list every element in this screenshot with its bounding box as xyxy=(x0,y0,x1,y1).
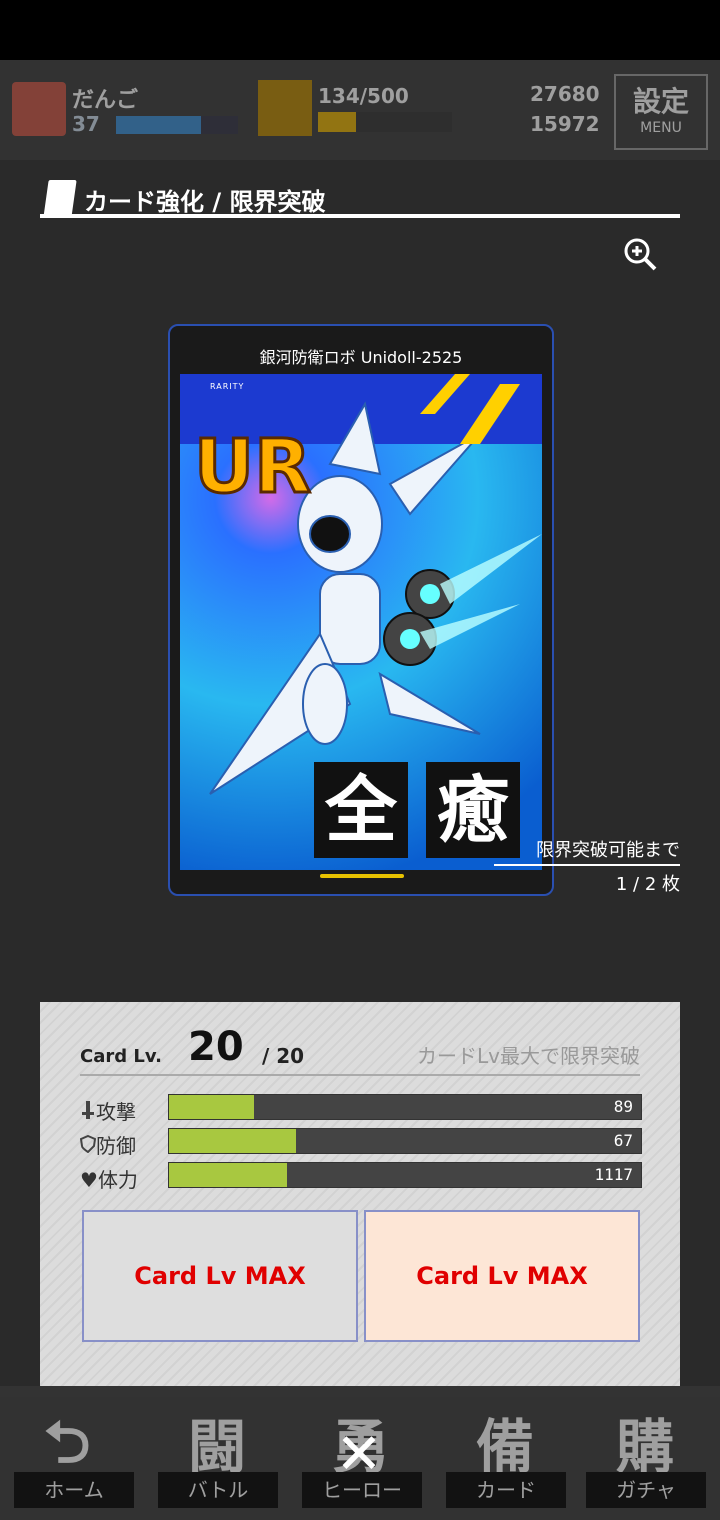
stat-attack-label: 攻撃 xyxy=(80,1096,136,1125)
shield-icon xyxy=(79,1134,97,1154)
nav-home-label: ホーム xyxy=(14,1472,134,1508)
card-stats-panel: Card Lv. 20 / 20 カードLv最大で限界突破 攻撃 89 防御 6… xyxy=(40,1002,680,1386)
limit-break-count: 1 / 2 枚 xyxy=(615,874,680,895)
page-header: カード強化 / 限界突破 xyxy=(40,176,680,220)
menu-main-label: 設定 xyxy=(632,85,689,118)
sword-icon xyxy=(82,1101,94,1119)
card-level-max-button-left[interactable]: Card Lv MAX xyxy=(82,1210,358,1342)
top-hud: だんご 37 134/500 27680 15972 設定 MENU xyxy=(0,60,720,160)
stat-defense-label: 防御 xyxy=(79,1130,136,1159)
gem-count: 15972 xyxy=(530,112,600,136)
stat-defense-value: 67 xyxy=(613,1131,633,1150)
card-level-max-button-right[interactable]: Card Lv MAX xyxy=(364,1210,640,1342)
card-name: 銀河防衛ロボ Unidoll-2525 xyxy=(259,348,463,367)
menu-sub-label: MENU xyxy=(640,120,682,136)
rank-badge xyxy=(258,80,312,136)
player-avatar xyxy=(12,82,66,136)
card-level-note: カードLv最大で限界突破 xyxy=(417,1044,640,1068)
stat-defense-fill xyxy=(169,1129,297,1153)
nav-gacha-label: ガチャ xyxy=(586,1472,706,1508)
limit-break-label: 限界突破可能まで xyxy=(494,836,680,866)
zoom-in-icon[interactable] xyxy=(622,236,658,272)
player-level: 37 xyxy=(72,112,100,136)
menu-button[interactable]: 設定 MENU xyxy=(614,74,708,150)
stat-defense: 防御 67 xyxy=(79,1128,642,1159)
stat-attack: 攻撃 89 xyxy=(80,1094,642,1125)
header-divider xyxy=(40,214,680,218)
rarity-caption: RARITY xyxy=(210,382,245,391)
card-page-indicator xyxy=(320,874,404,878)
stamina-bar xyxy=(318,112,452,132)
card-frame[interactable]: 銀河防衛ロボ Unidoll-2525 RARITY UR 全 癒 xyxy=(168,324,554,896)
stat-attack-fill xyxy=(169,1095,254,1119)
nav-card-label: カード xyxy=(446,1472,566,1508)
nav-battle[interactable]: 闘 バトル xyxy=(148,1386,288,1520)
rarity-badge: UR xyxy=(192,423,312,512)
nav-card[interactable]: 備 カード xyxy=(436,1386,576,1520)
page-title: カード強化 / 限界突破 xyxy=(84,188,326,216)
nav-home[interactable]: ⮌ ホーム xyxy=(4,1386,144,1520)
stat-hp: ♥体力 1117 xyxy=(80,1162,642,1192)
level-divider xyxy=(80,1074,640,1076)
coin-count: 27680 xyxy=(530,82,600,106)
card-kanji-1: 全 xyxy=(314,762,408,858)
player-name: だんご xyxy=(72,88,139,113)
nav-gacha[interactable]: 購 ガチャ xyxy=(576,1386,716,1520)
stamina-text: 134/500 xyxy=(318,84,409,108)
card-level-current: 20 xyxy=(188,1024,244,1070)
stat-hp-fill xyxy=(169,1163,287,1187)
stat-attack-value: 89 xyxy=(613,1097,633,1116)
card-artwork: RARITY UR 全 癒 xyxy=(180,374,542,870)
nav-battle-label: バトル xyxy=(158,1472,278,1508)
close-icon[interactable]: ✕ xyxy=(334,1427,384,1483)
card-level-label: Card Lv. xyxy=(80,1046,162,1067)
card-icon xyxy=(43,180,77,218)
heart-icon: ♥ xyxy=(80,1168,98,1192)
xp-bar xyxy=(116,116,238,134)
status-bar xyxy=(0,0,720,60)
stat-hp-label: ♥体力 xyxy=(80,1168,138,1192)
card-level-max: / 20 xyxy=(262,1044,305,1068)
stat-hp-value: 1117 xyxy=(594,1165,633,1184)
